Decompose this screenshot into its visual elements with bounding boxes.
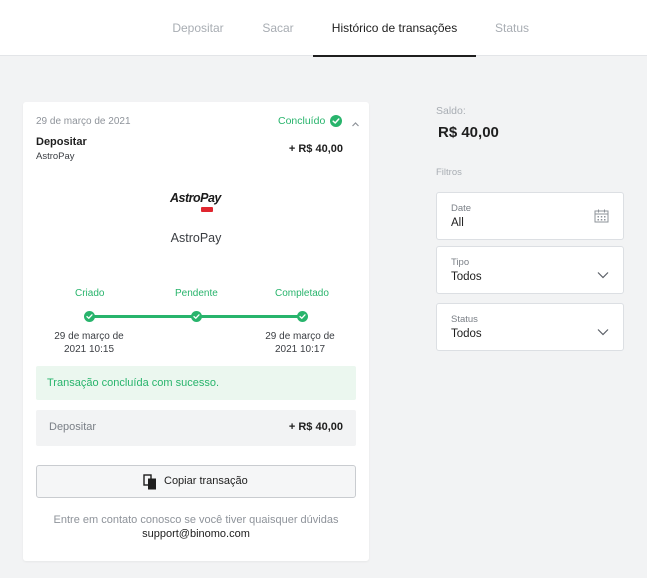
date-filter[interactable]: Date All [436, 192, 624, 240]
status-filter[interactable]: Status Todos [436, 303, 624, 351]
logo-badge [201, 207, 213, 212]
astropay-logo-text: AstroPay [170, 191, 221, 205]
step-check-icon [84, 311, 95, 322]
step-time-completado: 29 de março de 2021 10:17 [245, 330, 355, 356]
tab-depositar[interactable]: Depositar [163, 0, 233, 56]
status-filter-value: Todos [451, 328, 482, 340]
step-time-line: 2021 10:17 [274, 344, 326, 355]
status-label: Concluído [278, 115, 326, 127]
summary-amount: + R$ 40,00 [288, 421, 343, 433]
status-filter-label: Status [451, 314, 478, 325]
success-message: Transação concluída com sucesso. [47, 377, 220, 389]
type-filter[interactable]: Tipo Todos [436, 246, 624, 294]
step-label-completado: Completado [275, 288, 329, 299]
filters-label: Filtros [436, 167, 462, 178]
chevron-down-icon [597, 323, 609, 341]
date-filter-label: Date [451, 203, 472, 214]
tab-sacar[interactable]: Sacar [253, 0, 303, 56]
type-filter-value: Todos [451, 271, 482, 283]
date-filter-value: All [451, 217, 464, 229]
step-time-line: 2021 10:15 [63, 344, 115, 355]
check-icon [330, 115, 342, 127]
top-nav: Depositar Sacar Histórico de transações … [0, 0, 647, 57]
balance-value: R$ 40,00 [438, 124, 499, 141]
transaction-date: 29 de março de 2021 [36, 116, 131, 127]
contact-text: Entre em contato conosco se você tiver q… [53, 514, 339, 526]
step-time-line: 29 de março de [265, 331, 335, 342]
summary-row: Depositar + R$ 40,00 [36, 410, 356, 446]
balance-label: Saldo: [436, 105, 466, 117]
success-message-box: Transação concluída com sucesso. [36, 366, 356, 400]
chevron-down-icon [597, 266, 609, 284]
tab-historico[interactable]: Histórico de transações [313, 0, 476, 57]
transaction-method: AstroPay [36, 151, 75, 162]
copy-icon [143, 474, 157, 495]
support-email-link[interactable]: support@binomo.com [23, 528, 369, 540]
transaction-amount: + R$ 40,00 [288, 143, 343, 155]
transaction-type: Depositar [36, 136, 87, 148]
copy-transaction-label: Copiar transação [164, 475, 248, 487]
step-time-line: 29 de março de [54, 331, 124, 342]
step-check-icon [297, 311, 308, 322]
step-check-icon [191, 311, 202, 322]
step-time-criado: 29 de março de 2021 10:15 [34, 330, 144, 356]
type-filter-label: Tipo [451, 257, 470, 268]
chevron-up-icon[interactable] [351, 116, 360, 134]
calendar-icon [594, 209, 609, 228]
copy-transaction-button[interactable]: Copiar transação [36, 465, 356, 498]
provider-name: AstroPay [170, 231, 222, 245]
step-label-pendente: Pendente [175, 288, 218, 299]
transaction-card: 29 de março de 2021 Concluído Depositar … [23, 102, 369, 561]
summary-label: Depositar [49, 421, 97, 433]
step-label-criado: Criado [75, 288, 105, 299]
tab-status[interactable]: Status [486, 0, 538, 56]
astropay-logo: AstroPay [170, 191, 224, 215]
